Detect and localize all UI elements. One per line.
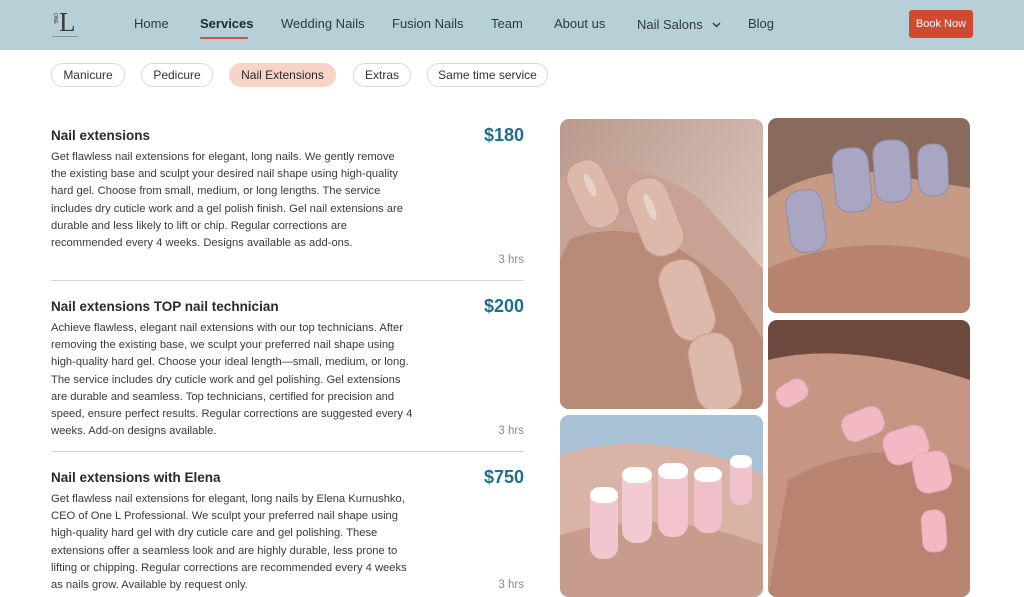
service-divider — [51, 451, 524, 452]
filter-same-time-service[interactable]: Same time service — [427, 63, 548, 87]
filter-extras[interactable]: Extras — [353, 63, 411, 87]
nav-blog[interactable]: Blog — [748, 16, 774, 32]
nav-nail-salons-label: Nail Salons — [637, 17, 703, 32]
pink-nails-photo — [768, 320, 970, 597]
service-item: Nail extensions $180 Get flawless nail e… — [51, 125, 524, 270]
filter-manicure[interactable]: Manicure — [51, 63, 125, 87]
service-description: Get flawless nail extensions for elegant… — [51, 151, 403, 250]
nav-fusion-nails[interactable]: Fusion Nails — [392, 16, 464, 32]
service-title: Nail extensions with Elena — [51, 470, 221, 485]
nav-about-us[interactable]: About us — [554, 16, 605, 32]
lavender-nails-photo — [768, 118, 970, 313]
logo-one-text: ONE — [52, 13, 58, 24]
service-item: Nail extensions TOP nail technician $200… — [51, 296, 524, 441]
service-description: Achieve flawless, elegant nail extension… — [51, 322, 413, 438]
chevron-down-icon — [712, 16, 721, 32]
service-duration: 3 hrs — [498, 254, 524, 266]
book-now-button[interactable]: Book Now — [909, 10, 973, 38]
nav-services[interactable]: Services — [200, 16, 254, 32]
logo-letter: L — [59, 7, 76, 37]
nude-nails-photo — [560, 119, 763, 409]
service-title: Nail extensions — [51, 128, 151, 143]
logo[interactable]: ONE L — [52, 7, 78, 39]
service-duration: 3 hrs — [498, 425, 524, 437]
french-nails-photo — [560, 415, 763, 597]
nav-nail-salons[interactable]: Nail Salons — [637, 16, 721, 33]
service-description: Get flawless nail extensions for elegant… — [51, 493, 407, 592]
nav-team[interactable]: Team — [491, 16, 523, 32]
service-price: $180 — [483, 125, 524, 145]
nav-wedding-nails[interactable]: Wedding Nails — [281, 16, 365, 32]
filter-pedicure[interactable]: Pedicure — [141, 63, 213, 87]
service-title: Nail extensions TOP nail technician — [51, 299, 279, 314]
active-nav-indicator — [200, 37, 248, 39]
service-item: Nail extensions with Elena $750 Get flaw… — [51, 467, 524, 596]
filter-nail-extensions[interactable]: Nail Extensions — [229, 63, 336, 87]
logo-underline — [52, 36, 78, 37]
service-duration: 3 hrs — [498, 579, 524, 591]
service-price: $200 — [483, 296, 524, 316]
site-header: ONE L Home Services Wedding Nails Fusion… — [0, 0, 1024, 50]
nav-home[interactable]: Home — [134, 16, 169, 32]
service-divider — [51, 280, 524, 281]
service-price: $750 — [483, 467, 524, 487]
